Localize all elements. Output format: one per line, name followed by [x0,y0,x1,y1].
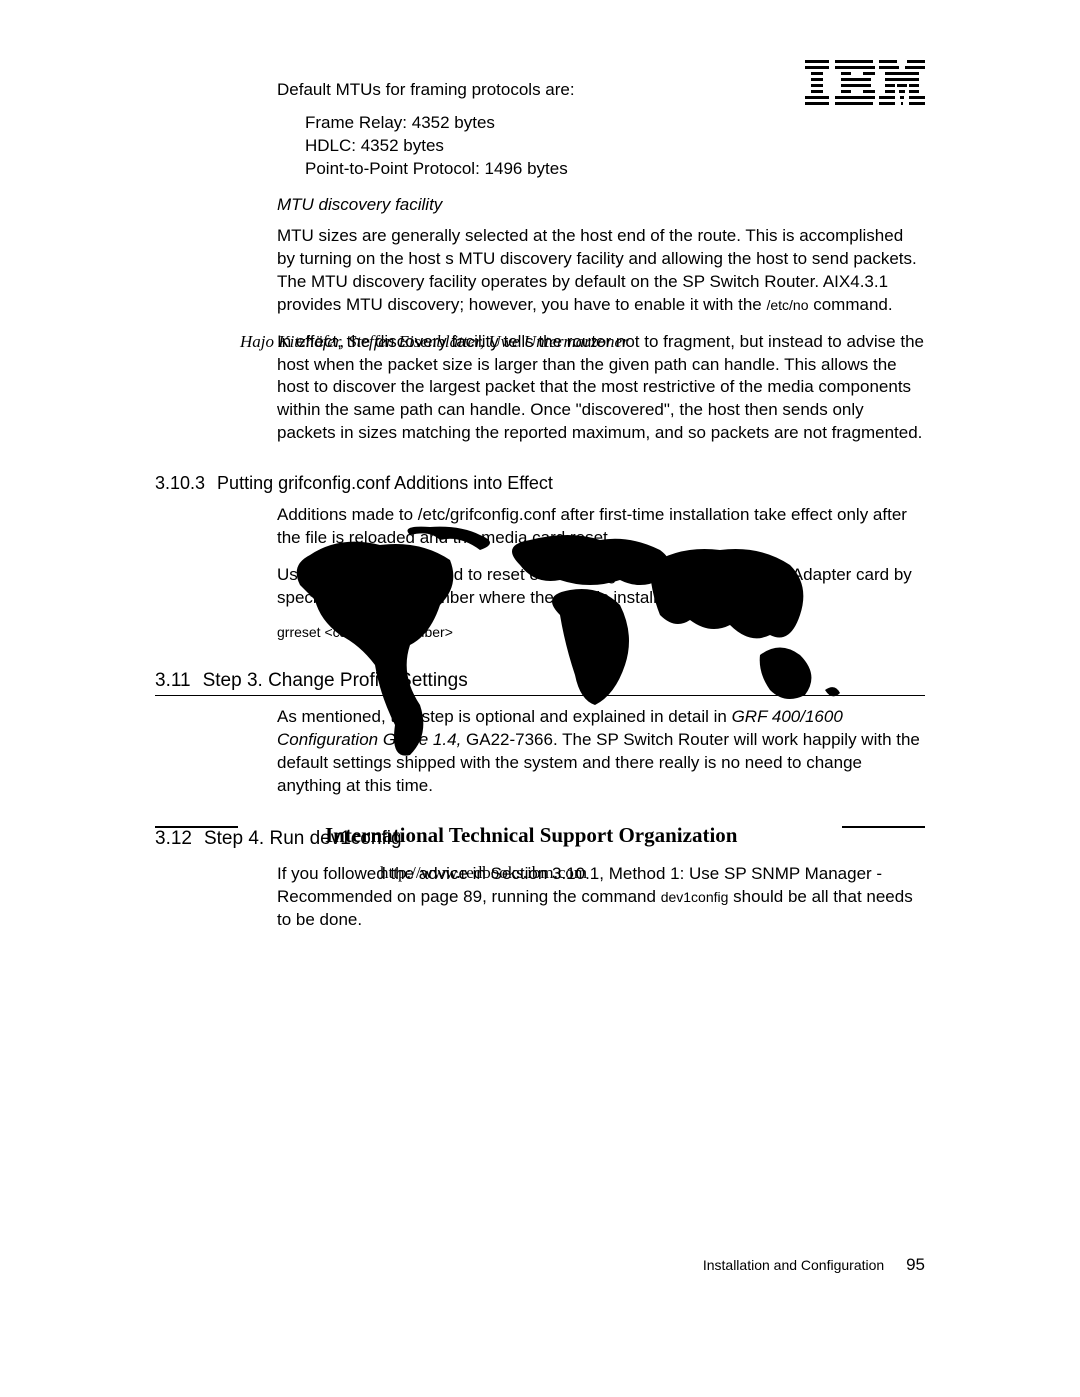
grreset-cmd: grreset [340,567,384,583]
sec3103-p1: Additions made to /etc/grifconfig.conf a… [277,504,925,550]
bullet-ppp: Point-to-Point Protocol: 1496 bytes [305,158,925,181]
sec3103-p2: Use the grreset command to reset each co… [277,564,925,610]
bullet-hdlc: HDLC: 4352 bytes [305,135,925,158]
ibm-logo [805,60,925,110]
text: As mentioned, this step is optional and … [277,707,732,726]
ibm-logo-icon [805,60,925,110]
mtu-subheading: MTU discovery facility [277,195,925,215]
page-number: 95 [906,1255,925,1274]
overlay-rule-right [842,826,925,828]
section-number: 3.12 [155,828,192,850]
section-title: Putting grifconfig.conf Additions into E… [217,473,553,493]
section-number: 3.11 [155,670,191,692]
section-title: Step 3. Change Profile Settings [203,670,468,691]
text: Use the [277,565,340,584]
section-3-10-3-heading: 3.10.3 Putting grifconfig.conf Additions … [155,473,925,494]
etc-no-command: /etc/no [766,297,808,313]
dev1config-cmd: dev1config [661,889,729,905]
mtu-bullets: Frame Relay: 4352 bytes HDLC: 4352 bytes… [305,112,925,181]
bullet-frame-relay: Frame Relay: 4352 bytes [305,112,925,135]
itso-overlay: International Technical Support Organiza… [325,823,737,848]
sec311-p: As mentioned, this step is optional and … [277,706,925,798]
overlay-rule-left [155,826,238,828]
section-number: 3.10.3 [155,473,205,494]
page-content: Default MTUs for framing protocols are: … [155,80,925,946]
page-footer: Installation and Configuration 95 [703,1255,925,1275]
redbooks-url-overlay: http://www.redbooks.ibm.com [380,863,587,883]
sec312-p: If you followed the advice in Section 3.… [277,863,925,932]
section-3-11-heading: 3.11 Step 3. Change Profile Settings [155,670,925,696]
authors-overlay: Hajo Kitzhöfer, Steffen Eisenblätter, Uw… [240,332,629,352]
grreset-code: grreset <card_slot_number> [277,624,925,640]
footer-label: Installation and Configuration [703,1257,884,1273]
mtu-paragraph-1: MTU sizes are generally selected at the … [277,225,925,317]
text: command. [809,295,893,314]
